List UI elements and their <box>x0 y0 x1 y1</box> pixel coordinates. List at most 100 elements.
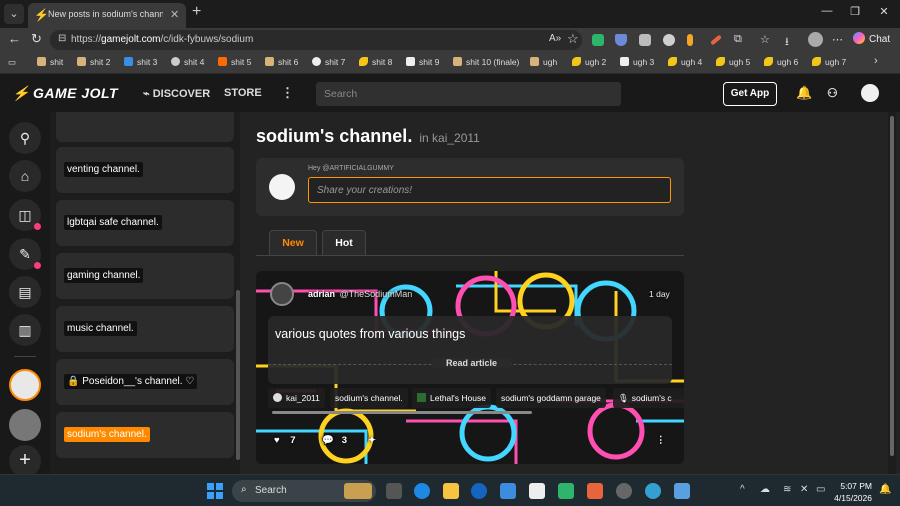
refresh-icon[interactable]: ↻ <box>31 31 42 47</box>
more-options-icon[interactable]: ⋯ <box>832 33 843 46</box>
community-tag[interactable]: kai_2011 <box>268 388 325 408</box>
new-tab-plus-icon[interactable]: + <box>192 3 201 21</box>
bookmark-item[interactable]: ugh 3 <box>620 57 654 67</box>
microsoft-store-icon[interactable] <box>500 483 516 499</box>
gamejolt-logo[interactable]: ⚡ GAME JOLT <box>12 85 118 102</box>
profile-avatar-icon[interactable] <box>808 32 823 47</box>
bookmark-item[interactable]: ugh 2 <box>572 57 606 67</box>
bookmark-item[interactable]: ugh 6 <box>764 57 798 67</box>
extension-orange-icon[interactable] <box>687 34 693 46</box>
author-avatar[interactable] <box>270 282 294 306</box>
taskbar-search[interactable]: ⌕ Search <box>232 480 376 502</box>
favorites-icon[interactable]: ☆ <box>760 33 770 46</box>
tray-cloud-icon[interactable]: ☁ <box>760 484 770 495</box>
app-snip-icon[interactable] <box>674 483 690 499</box>
read-article-link[interactable]: Read article <box>432 358 512 368</box>
extension-green-icon[interactable] <box>592 34 604 46</box>
bookmark-item[interactable]: shit 10 (finale) <box>453 57 519 67</box>
community-avatar[interactable] <box>9 409 41 441</box>
community-avatar-active[interactable] <box>9 369 41 401</box>
task-view-icon[interactable] <box>386 483 402 499</box>
timeline-icon[interactable]: ⚲ <box>9 122 41 154</box>
edge-icon[interactable] <box>414 483 430 499</box>
window-close-icon[interactable]: ✕ <box>874 5 894 18</box>
channel-item[interactable]: 🔒 Poseidon__'s channel. ♡ <box>56 359 234 405</box>
page-scrollbar[interactable] <box>888 112 896 474</box>
bookmark-item[interactable]: ugh 7 <box>812 57 846 67</box>
more-menu-icon[interactable]: ⋮ <box>281 85 294 101</box>
extension-circle-icon[interactable] <box>663 34 675 46</box>
active-browser-tab[interactable]: ⚡ New posts in sodium's channel. - i ✕ <box>28 3 186 28</box>
channel-item[interactable]: music channel. <box>56 306 234 352</box>
bookmark-item[interactable]: shit 3 <box>124 57 157 67</box>
add-community-icon[interactable]: + <box>9 445 41 474</box>
discover-link[interactable]: ⌁ DISCOVER <box>143 87 210 100</box>
like-button[interactable]: ♥ 7 <box>274 435 296 446</box>
post-time[interactable]: 1 day <box>649 289 670 299</box>
extension-pen-icon[interactable] <box>710 34 722 46</box>
share-creations-input[interactable]: Share your creations! <box>308 177 671 203</box>
tab-actions-chevron-icon[interactable]: ⌄ <box>4 4 24 24</box>
bookmark-item[interactable]: shit 2 <box>77 57 110 67</box>
store-icon[interactable]: ⌂ <box>9 160 41 192</box>
tray-chevron-icon[interactable]: ^ <box>740 484 745 495</box>
channel-item[interactable] <box>56 112 234 142</box>
volume-muted-icon[interactable]: ✕ <box>800 484 808 495</box>
bookmark-item[interactable]: shit 8 <box>359 57 392 67</box>
copilot-button[interactable]: Chat <box>853 32 890 45</box>
post-author[interactable]: adrian @TheSodiumMan <box>308 289 412 299</box>
get-app-button[interactable]: Get App <box>723 82 777 106</box>
channel-item-active[interactable]: sodium's channel. <box>56 412 234 458</box>
post-card[interactable]: adrian @TheSodiumMan 1 day various quote… <box>256 271 684 464</box>
comment-button[interactable]: 💬 3 <box>322 435 347 446</box>
app-green-icon[interactable] <box>558 483 574 499</box>
tab-hot[interactable]: Hot <box>322 230 366 256</box>
app-clock-icon[interactable] <box>616 483 632 499</box>
bookmark-item[interactable]: shit 6 <box>265 57 298 67</box>
roblox-icon[interactable] <box>529 483 545 499</box>
store-link[interactable]: STORE <box>224 87 262 99</box>
site-info-icon[interactable]: ⊟ <box>58 33 66 44</box>
tags-scrollbar[interactable] <box>272 411 532 414</box>
extension-camera-icon[interactable] <box>639 34 651 46</box>
wifi-icon[interactable]: ≋ <box>783 484 791 495</box>
restore-icon[interactable]: ❐ <box>845 5 865 18</box>
file-explorer-icon[interactable] <box>443 483 459 499</box>
battery-icon[interactable]: ▭ <box>816 484 825 495</box>
notifications-bell-icon[interactable]: 🔔 <box>879 484 891 495</box>
game-tag[interactable]: Lethal's House <box>412 388 491 408</box>
channel-item[interactable]: gaming channel. <box>56 253 234 299</box>
bookmark-item[interactable]: ugh 5 <box>716 57 750 67</box>
chat-icon[interactable]: ▤ <box>9 276 41 308</box>
windows-start-icon[interactable] <box>207 483 223 499</box>
hp-icon[interactable] <box>471 483 487 499</box>
back-arrow-icon[interactable]: ← <box>8 31 21 46</box>
bookmark-folder-icon[interactable]: ▭ <box>8 57 16 68</box>
close-tab-icon[interactable]: ✕ <box>170 8 179 21</box>
favorite-star-icon[interactable]: ☆ <box>567 31 579 47</box>
post-options-icon[interactable]: ⋮ <box>656 435 666 446</box>
article-preview[interactable]: various quotes from various things Read … <box>268 316 672 384</box>
downloads-icon[interactable]: ⭳ <box>785 33 789 52</box>
search-input[interactable]: Search <box>316 82 621 106</box>
bookmark-item[interactable]: shit 5 <box>218 57 251 67</box>
bookmark-item[interactable]: shit 7 <box>312 57 345 67</box>
bookmark-item[interactable]: ugh 4 <box>668 57 702 67</box>
bookmark-item[interactable]: shit 4 <box>171 57 204 67</box>
community-label[interactable]: in kai_2011 <box>419 131 480 145</box>
channel-tag[interactable]: sodium's goddamn garage <box>496 388 606 408</box>
app-globe-icon[interactable] <box>645 483 661 499</box>
channel-item[interactable]: venting channel. <box>56 147 234 193</box>
library-icon[interactable]: ▥ <box>9 314 41 346</box>
bookmark-item[interactable]: shit 9 <box>406 57 439 67</box>
read-aloud-icon[interactable]: A» <box>549 33 561 44</box>
app-orange-icon[interactable] <box>587 483 603 499</box>
sticker-button[interactable]: ✦ <box>368 435 376 446</box>
bookmark-item[interactable]: shit <box>37 57 63 67</box>
tab-new[interactable]: New <box>269 230 317 256</box>
minimize-icon[interactable]: — <box>817 5 837 17</box>
bookmark-item[interactable]: ugh <box>530 57 557 67</box>
channel-tag[interactable]: 🎙 sodium's c <box>613 388 684 408</box>
channel-tag[interactable]: sodium's channel. <box>330 388 408 408</box>
more-bookmarks-chevron-icon[interactable]: › <box>874 55 878 67</box>
